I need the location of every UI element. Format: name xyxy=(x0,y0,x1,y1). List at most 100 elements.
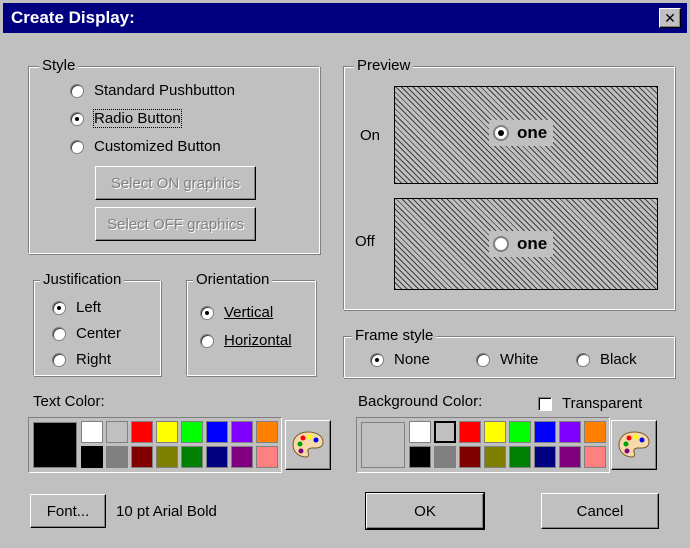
select-off-graphics-button[interactable]: Select OFF graphics xyxy=(95,207,256,241)
style-radio-button[interactable]: Radio Button xyxy=(70,109,182,128)
transparent-checkbox[interactable]: Transparent xyxy=(538,395,642,412)
orientation-group: Orientation xyxy=(186,271,316,376)
radio-label: Black xyxy=(600,351,637,368)
radio-icon xyxy=(476,352,490,367)
radio-label: White xyxy=(500,351,539,368)
radio-checked-icon xyxy=(70,111,84,126)
dialog-title: Create Display: xyxy=(11,8,135,27)
justification-left[interactable]: Left xyxy=(52,299,101,316)
color-swatch[interactable] xyxy=(509,421,531,443)
orientation-horizontal[interactable]: Horizontal xyxy=(200,332,292,349)
radio-icon xyxy=(52,352,66,367)
color-swatch[interactable] xyxy=(434,421,456,443)
color-swatch[interactable] xyxy=(534,446,556,468)
preview-off-text: one xyxy=(517,234,548,253)
preview-off-box: one xyxy=(394,198,658,290)
frame-black[interactable]: Black xyxy=(576,351,637,368)
color-swatch[interactable] xyxy=(484,446,506,468)
orientation-legend: Orientation xyxy=(193,271,273,289)
radio-icon xyxy=(70,139,84,154)
ok-button[interactable]: OK xyxy=(365,492,485,530)
close-button[interactable]: ✕ xyxy=(659,8,681,28)
orientation-vertical[interactable]: Vertical xyxy=(200,304,273,321)
radio-icon xyxy=(52,326,66,341)
frame-white[interactable]: White xyxy=(476,351,538,368)
close-icon: ✕ xyxy=(664,9,676,26)
style-standard-pushbutton[interactable]: Standard Pushbutton xyxy=(70,82,235,99)
radio-icon xyxy=(200,333,214,348)
color-swatch[interactable] xyxy=(434,446,456,468)
color-swatch[interactable] xyxy=(256,421,278,443)
radio-label: Center xyxy=(76,325,122,342)
color-swatch[interactable] xyxy=(231,421,253,443)
color-swatch[interactable] xyxy=(584,446,606,468)
color-swatch[interactable] xyxy=(559,421,581,443)
radio-label: Customized Button xyxy=(94,138,221,155)
radio-checked-icon xyxy=(200,305,214,320)
background-color-custom-button[interactable] xyxy=(611,420,657,470)
text-color-custom-button[interactable] xyxy=(285,420,331,470)
color-swatch[interactable] xyxy=(509,446,531,468)
color-swatch[interactable] xyxy=(81,421,103,443)
preview-off-button: one xyxy=(489,231,554,257)
radio-icon xyxy=(576,352,590,367)
color-swatch[interactable] xyxy=(156,421,178,443)
radio-checked-icon xyxy=(52,300,66,315)
radio-checked-icon xyxy=(493,125,509,141)
color-swatch[interactable] xyxy=(206,446,228,468)
title-bar: Create Display: ✕ xyxy=(3,3,687,33)
color-swatch[interactable] xyxy=(181,421,203,443)
background-color-palette xyxy=(356,417,610,473)
color-swatch[interactable] xyxy=(534,421,556,443)
radio-label: Left xyxy=(76,299,102,316)
radio-label: Radio Button xyxy=(93,109,182,128)
style-legend: Style xyxy=(39,57,79,75)
color-swatch[interactable] xyxy=(156,446,178,468)
color-swatch[interactable] xyxy=(131,446,153,468)
color-swatch[interactable] xyxy=(409,421,431,443)
radio-label: Horizontal xyxy=(224,332,292,349)
color-swatch[interactable] xyxy=(131,421,153,443)
font-button[interactable]: Font... xyxy=(30,494,106,528)
color-swatch[interactable] xyxy=(206,421,228,443)
color-swatch[interactable] xyxy=(231,446,253,468)
color-swatch[interactable] xyxy=(459,421,481,443)
justification-legend: Justification xyxy=(40,271,125,289)
color-swatch[interactable] xyxy=(256,446,278,468)
palette-icon xyxy=(618,431,650,458)
radio-label: Vertical xyxy=(224,304,274,321)
color-swatch[interactable] xyxy=(106,421,128,443)
color-swatch[interactable] xyxy=(459,446,481,468)
color-swatch[interactable] xyxy=(181,446,203,468)
color-swatch[interactable] xyxy=(81,446,103,468)
color-swatch[interactable] xyxy=(584,421,606,443)
preview-on-label: On xyxy=(360,127,381,144)
radio-label: None xyxy=(394,351,430,368)
checkbox-icon xyxy=(538,396,552,411)
text-color-label: Text Color: xyxy=(33,393,105,410)
justification-right[interactable]: Right xyxy=(52,351,111,368)
color-swatch[interactable] xyxy=(409,446,431,468)
style-customized-button[interactable]: Customized Button xyxy=(70,138,221,155)
preview-on-button: one xyxy=(489,120,554,146)
radio-label: Right xyxy=(76,351,112,368)
select-on-graphics-button[interactable]: Select ON graphics xyxy=(95,166,256,200)
preview-on-text: one xyxy=(517,123,548,142)
cancel-button[interactable]: Cancel xyxy=(541,493,659,529)
preview-legend: Preview xyxy=(354,57,414,75)
radio-checked-icon xyxy=(370,352,384,367)
color-swatch[interactable] xyxy=(106,446,128,468)
preview-on-box: one xyxy=(394,86,658,184)
background-color-label: Background Color: xyxy=(358,393,483,410)
radio-icon xyxy=(70,83,84,98)
justification-center[interactable]: Center xyxy=(52,325,121,342)
text-color-current-swatch xyxy=(33,422,77,468)
palette-icon xyxy=(292,431,324,458)
background-color-current-swatch xyxy=(361,422,405,468)
color-swatch[interactable] xyxy=(559,446,581,468)
preview-off-label: Off xyxy=(355,233,375,250)
radio-label: Standard Pushbutton xyxy=(94,82,235,99)
color-swatch[interactable] xyxy=(484,421,506,443)
frame-none[interactable]: None xyxy=(370,351,430,368)
text-color-palette xyxy=(28,417,282,473)
